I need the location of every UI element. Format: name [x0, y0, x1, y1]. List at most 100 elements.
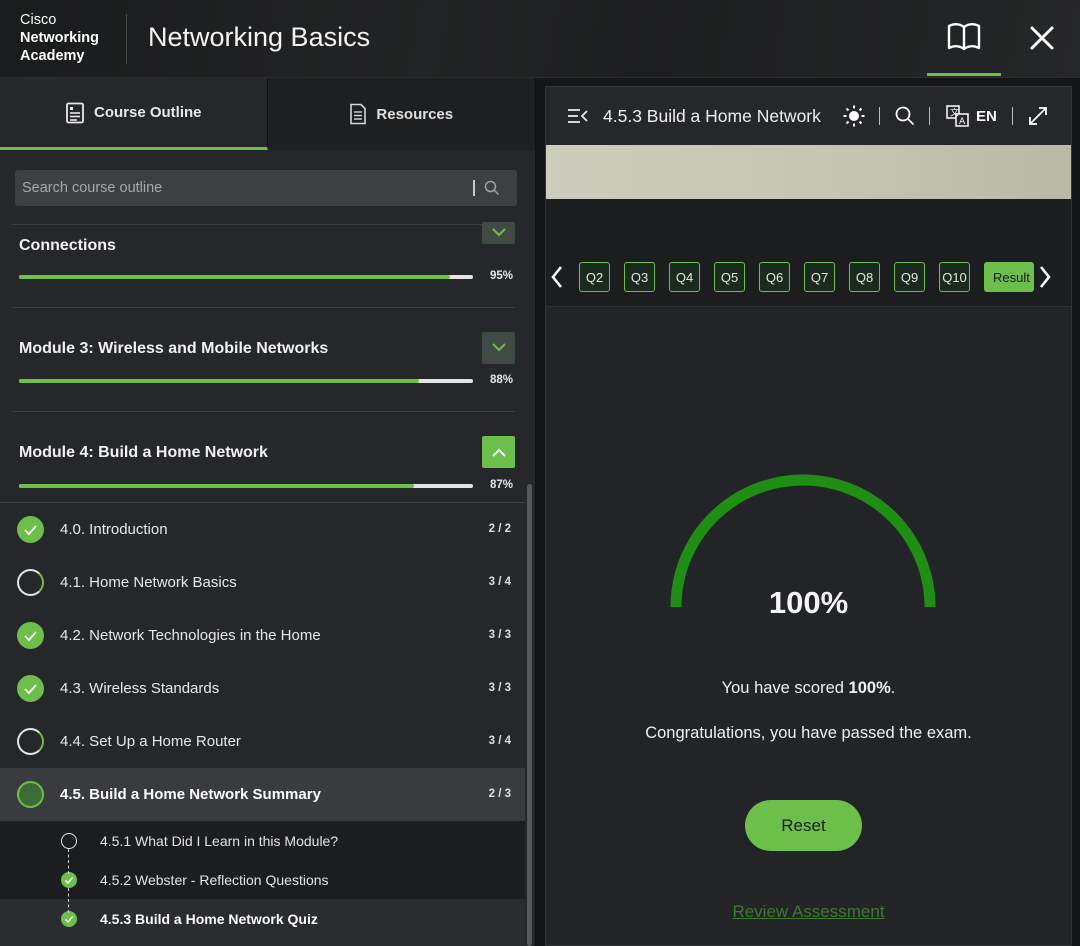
- subitem-connector: [68, 888, 69, 913]
- score-message-suffix: .: [890, 679, 896, 697]
- course-title: Networking Basics: [148, 22, 371, 52]
- logo-line-3: Academy: [20, 48, 85, 64]
- outline-subitem-selected[interactable]: 4.5.3 Build a Home Network Quiz: [0, 899, 525, 946]
- congratulations-message: Congratulations, you have passed the exa…: [645, 724, 972, 742]
- score-percent: 100%: [768, 585, 849, 620]
- module-title: Connections: [19, 237, 116, 254]
- outline-item-label: 4.1. Home Network Basics: [60, 574, 237, 591]
- document-icon: [350, 103, 367, 125]
- toolbar-separator: [929, 107, 930, 125]
- tab-course-outline-label: Course Outline: [93, 104, 202, 121]
- result-button[interactable]: Result: [984, 262, 1034, 292]
- outline-subitem[interactable]: 4.5.1 What Did I Learn in this Module?: [0, 821, 525, 860]
- logo-line-2: Networking: [20, 30, 99, 46]
- outline-item-count: 2 / 2: [488, 523, 511, 535]
- module-title: Module 4: Build a Home Network: [19, 444, 268, 461]
- outline-item-count: 3 / 4: [488, 576, 511, 588]
- module-connections[interactable]: Connections 95%: [12, 222, 515, 307]
- question-button-q2[interactable]: Q2: [579, 262, 610, 292]
- outline-search-input[interactable]: Search course outline: [15, 170, 517, 206]
- outline-item-selected[interactable]: 4.5. Build a Home Network Summary 2 / 3: [0, 768, 525, 821]
- complete-check-icon: [17, 675, 44, 702]
- question-button-q3[interactable]: Q3: [624, 262, 655, 292]
- partial-progress-icon: [17, 569, 44, 596]
- tab-resources-label: Resources: [376, 105, 454, 123]
- review-assessment-link[interactable]: Review Assessment: [546, 902, 1071, 922]
- module-progress-bar: [19, 275, 473, 279]
- outline-subitem-label: 4.5.3 Build a Home Network Quiz: [100, 911, 318, 927]
- question-button-q5[interactable]: Q5: [714, 262, 745, 292]
- outline-subitem-label: 4.5.2 Webster - Reflection Questions: [100, 872, 329, 888]
- course-outline-panel: Course Outline Resources Search course o…: [0, 78, 536, 946]
- module-title: Module 3: Wireless and Mobile Networks: [19, 340, 329, 357]
- module-progress-fill: [19, 379, 419, 383]
- module-3-wireless[interactable]: Module 3: Wireless and Mobile Networks 8…: [12, 308, 515, 411]
- content-panel: 4.5.3 Build a Home Network 文 A EN Q2 Q3 …: [536, 78, 1080, 946]
- tab-resources[interactable]: Resources: [268, 78, 536, 150]
- complete-check-icon: [17, 622, 44, 649]
- logo-line-1: Cisco: [20, 12, 57, 28]
- collapse-module-button[interactable]: [482, 436, 515, 468]
- complete-dot-icon: [61, 872, 77, 888]
- search-placeholder: Search course outline: [22, 180, 163, 196]
- header-divider: [126, 14, 127, 64]
- outline-item-label: 4.4. Set Up a Home Router: [60, 733, 241, 750]
- outline-item[interactable]: 4.0. Introduction 2 / 2: [0, 503, 525, 556]
- module-percent: 95%: [489, 270, 513, 282]
- outline-item[interactable]: 4.4. Set Up a Home Router 3 / 4: [0, 715, 525, 768]
- tab-course-outline[interactable]: Course Outline: [0, 78, 268, 150]
- question-button-q4[interactable]: Q4: [669, 262, 700, 292]
- toolbar-separator: [879, 107, 880, 125]
- outline-item[interactable]: 4.1. Home Network Basics 3 / 4: [0, 556, 525, 609]
- menu-collapse-icon[interactable]: [567, 108, 589, 124]
- outline-subitem-label: 4.5.1 What Did I Learn in this Module?: [100, 833, 339, 849]
- outline-item-count: 3 / 3: [488, 682, 511, 694]
- outline-scrollbar[interactable]: [527, 484, 532, 946]
- translate-icon[interactable]: 文 A: [946, 105, 970, 127]
- complete-check-icon: [17, 516, 44, 543]
- search-icon[interactable]: [484, 180, 500, 196]
- module-progress-bar: [19, 379, 473, 383]
- module-percent: 87%: [489, 479, 513, 491]
- outline-item[interactable]: 4.3. Wireless Standards 3 / 3: [0, 662, 525, 715]
- chevron-right-icon[interactable]: [1038, 265, 1052, 289]
- close-icon: [1030, 26, 1054, 50]
- expand-module-button[interactable]: [482, 332, 515, 364]
- search-cursor: [473, 180, 475, 196]
- course-outline-button[interactable]: [927, 0, 1001, 76]
- module-4-home-network[interactable]: Module 4: Build a Home Network 87%: [12, 412, 515, 502]
- complete-dot-icon: [61, 911, 77, 927]
- incomplete-dot-icon: [61, 833, 77, 849]
- question-button-q8[interactable]: Q8: [849, 262, 880, 292]
- question-button-q6[interactable]: Q6: [759, 262, 790, 292]
- expand-module-button[interactable]: [482, 222, 515, 244]
- outline-item-count: 3 / 3: [488, 629, 511, 641]
- quiz-container: 4.5.3 Build a Home Network 文 A EN Q2 Q3 …: [545, 86, 1072, 946]
- search-icon[interactable]: [895, 106, 915, 126]
- question-button-q7[interactable]: Q7: [804, 262, 835, 292]
- brightness-icon[interactable]: [843, 105, 865, 127]
- question-button-q10[interactable]: Q10: [939, 262, 970, 292]
- module-progress-fill: [19, 484, 414, 488]
- outline-subitem[interactable]: 4.5.2 Webster - Reflection Questions: [0, 860, 525, 899]
- reset-button[interactable]: Reset: [745, 800, 862, 851]
- partial-progress-icon: [17, 781, 44, 808]
- fullscreen-icon[interactable]: [1029, 107, 1047, 125]
- module-progress-bar: [19, 484, 473, 488]
- partial-progress-icon: [17, 728, 44, 755]
- outline-item-label: 4.2. Network Technologies in the Home: [60, 627, 321, 644]
- outline-item-label: 4.5. Build a Home Network Summary: [60, 786, 321, 803]
- top-bar: Cisco Networking Academy Networking Basi…: [0, 0, 1080, 78]
- language-selector[interactable]: EN: [976, 108, 997, 125]
- outline-item[interactable]: 4.2. Network Technologies in the Home 3 …: [0, 609, 525, 662]
- book-icon: [947, 22, 981, 50]
- module-progress-fill: [19, 275, 451, 279]
- chevron-up-icon: [491, 448, 506, 457]
- chevron-left-icon[interactable]: [550, 265, 564, 289]
- cisco-netacad-logo: Cisco Networking Academy: [20, 11, 99, 65]
- question-button-q9[interactable]: Q9: [894, 262, 925, 292]
- score-message-value: 100%: [848, 679, 891, 697]
- close-button[interactable]: [1005, 0, 1079, 76]
- module-percent: 88%: [489, 374, 513, 386]
- chevron-down-icon: [491, 228, 506, 237]
